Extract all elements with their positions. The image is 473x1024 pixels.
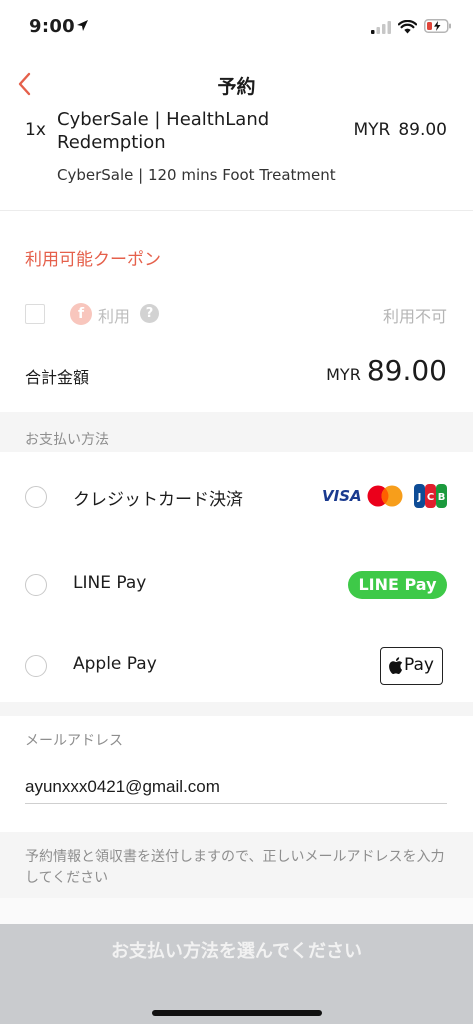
email-label: メールアドレス xyxy=(25,733,123,749)
coupon-checkbox[interactable] xyxy=(25,304,45,324)
mastercard-logo-icon xyxy=(367,485,403,507)
submit-bar: お支払い方法を選んでください xyxy=(0,924,473,1024)
battery-icon xyxy=(424,19,451,33)
total-label: 合計金額 xyxy=(25,368,90,387)
apple-pay-logo: Pay xyxy=(380,647,443,685)
payment-option-apple-pay[interactable]: Apple Pay Pay xyxy=(0,635,473,697)
submit-payment-button[interactable]: お支払い方法を選んでください xyxy=(0,924,473,980)
order-item-description: CyberSale | 120 mins Foot Treatment xyxy=(57,166,336,184)
wifi-icon xyxy=(398,20,417,34)
coupon-heading: 利用可能クーポン xyxy=(25,250,161,270)
bottom-spacer xyxy=(0,898,473,924)
order-item-name: CyberSale | HealthLand Redemption xyxy=(57,109,270,153)
line-pay-radio[interactable] xyxy=(25,574,47,596)
svg-text:B: B xyxy=(438,492,446,503)
line-pay-logo-icon: LINE Pay xyxy=(348,571,447,599)
jcb-logo-icon: J C B xyxy=(414,484,447,508)
total-value: 89.00 xyxy=(366,354,447,387)
help-icon[interactable]: ? xyxy=(140,304,159,323)
svg-text:C: C xyxy=(427,492,434,503)
order-price-currency: MYR xyxy=(353,120,391,140)
coupon-row: f 利用 ? 利用不可 xyxy=(0,302,473,328)
credit-card-radio[interactable] xyxy=(25,486,47,508)
email-field[interactable] xyxy=(25,770,447,804)
visa-logo-icon: VISA xyxy=(322,487,362,505)
total-currency: MYR xyxy=(326,365,361,384)
order-price-value: 89.00 xyxy=(398,120,447,140)
status-time: 9:00 xyxy=(29,16,75,37)
coupon-section: 利用可能クーポン f 利用 ? 利用不可 合計金額 MYR 89.00 xyxy=(0,212,473,412)
status-bar: 9:00 xyxy=(0,0,473,52)
payment-option-credit-card[interactable]: クレジットカード決済 VISA J C B xyxy=(0,466,473,528)
cellular-signal-icon xyxy=(371,21,391,34)
order-quantity: 1x xyxy=(25,120,46,140)
home-indicator[interactable] xyxy=(152,1010,322,1016)
order-price: MYR 89.00 xyxy=(353,120,447,140)
email-section-gap xyxy=(0,702,473,716)
email-note: 予約情報と領収書を送付しますので、正しいメールアドレスを入力してください xyxy=(25,849,445,886)
apple-pay-logo-text: Pay xyxy=(404,655,434,675)
apple-pay-label: Apple Pay xyxy=(73,654,157,674)
payment-option-line-pay[interactable]: LINE Pay LINE Pay xyxy=(0,554,473,616)
coupon-status: 利用不可 xyxy=(382,307,447,326)
page-title: 予約 xyxy=(217,76,256,98)
nav-bar: 予約 xyxy=(0,60,473,106)
coupon-points-icon: f xyxy=(70,303,92,325)
line-pay-label: LINE Pay xyxy=(73,573,147,593)
total-amount: MYR 89.00 xyxy=(326,354,447,387)
payment-section-header: お支払い方法 xyxy=(0,412,473,452)
location-arrow-icon xyxy=(77,20,88,31)
payment-section-label: お支払い方法 xyxy=(25,432,109,448)
order-summary: 1x CyberSale | HealthLand Redemption MYR… xyxy=(0,108,473,211)
apple-pay-radio[interactable] xyxy=(25,655,47,677)
total-row: 合計金額 MYR 89.00 xyxy=(0,352,473,392)
coupon-use-label: 利用 xyxy=(98,307,131,326)
credit-card-label: クレジットカード決済 xyxy=(73,490,243,510)
apple-icon xyxy=(389,657,403,674)
svg-text:J: J xyxy=(417,492,422,503)
